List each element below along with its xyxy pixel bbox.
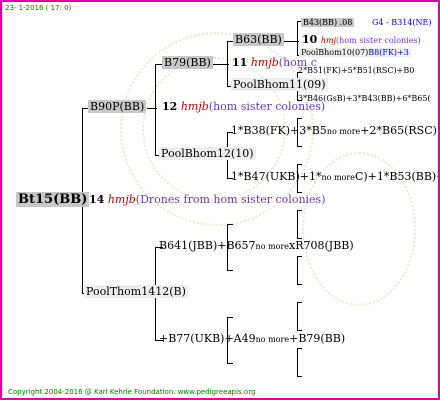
connector [297, 302, 302, 303]
b77-label: +B77(UKB)+A49 [159, 332, 256, 345]
root-hmjb: hmjb [107, 193, 136, 206]
b46-tail: +6*B65( [395, 94, 431, 103]
queen-b641[interactable]: B641(JBB)+B657no morexR708(JBB) [159, 239, 354, 252]
b77-more: no more [255, 335, 290, 344]
b38-more: no more [326, 127, 361, 136]
pool10-tail: B8(FK)+3 [368, 48, 409, 57]
b90p-year: 12 [162, 100, 178, 113]
queen-b43[interactable]: B43(BB) .08 [301, 18, 355, 27]
b79-hmjb: hmjb [250, 56, 279, 69]
connector [297, 164, 302, 165]
connector [297, 210, 298, 238]
b641-tail: xR708(JBB) [289, 239, 354, 252]
queen-b77[interactable]: +B77(UKB)+A49no more+B79(BB) [159, 332, 345, 345]
queen-b46[interactable]: 3*B46(GsB)+3*B43(BB)+6*B65( [298, 94, 431, 103]
connector [147, 108, 157, 109]
connector [227, 270, 233, 271]
connector [227, 363, 233, 364]
connector [227, 317, 233, 318]
root-mating: 14 hmjb(Drones from hom sister colonies) [89, 193, 326, 206]
footer-copyright: Copyright 2004-2016 @ Karl Kehrle Founda… [8, 388, 256, 396]
b51-tail: B0 [403, 66, 415, 75]
queen-b51[interactable]: 2*B51(FK)+5*B51(RSC)+B0 [298, 66, 414, 75]
connector [297, 302, 298, 330]
queen-b47[interactable]: 1*B47(UKB)+1*no moreC)+1*B53(BB)+1* [231, 170, 438, 183]
header-date: 23- 1-2016 ( 17: 0) [5, 4, 72, 12]
b51-label: 2*B51(FK)+5*B51(RSC)+ [298, 66, 404, 75]
connector [297, 348, 302, 349]
connector [297, 210, 302, 211]
b79-year: 11 [232, 56, 248, 69]
connector [227, 224, 233, 225]
b90p-hmjb: hmjb [180, 100, 209, 113]
b38-tail: +2*B65(RSC)+3*B3 [360, 124, 438, 137]
pedigree-chart: 23- 1-2016 ( 17: 0) Bt15(BB) 14 hmjb(Dro… [0, 0, 440, 400]
queen-b38[interactable]: 1*B38(FK)+3*B5no more+2*B65(RSC)+3*B3 [231, 124, 438, 137]
connector [297, 256, 298, 284]
connector [297, 284, 302, 285]
queen-b90p[interactable]: B90P(BB) [88, 100, 147, 113]
b47-label: 1*B47(UKB)+1* [231, 170, 322, 183]
connector [297, 256, 302, 257]
b46-label: 3*B46(GsB)+3*B43(BB) [298, 94, 396, 103]
root-bee[interactable]: Bt15(BB) [16, 192, 90, 207]
queen-poolthom1412[interactable]: PoolThom1412(B) [84, 285, 188, 298]
queen-poolbhom10[interactable]: PoolBhom10(07)B8(FK)+3 [299, 48, 411, 57]
queen-poolbhom11[interactable]: PoolBhom11(09) [231, 78, 328, 91]
b47-tail: C)+1*B53(BB)+1* [354, 170, 438, 183]
connector [155, 64, 156, 155]
b63-hmj: hmj [320, 36, 337, 45]
connector [297, 21, 298, 55]
connector [297, 376, 302, 377]
b641-more: no more [255, 242, 290, 251]
connector [297, 146, 302, 147]
b641-label: B641(JBB)+B657 [159, 239, 256, 252]
b63-mating: 10 hmj(hom sister colonies) [302, 33, 421, 46]
root-year: 14 [89, 193, 105, 206]
queen-b79[interactable]: B79(BB) [162, 56, 213, 69]
queen-poolbhom12[interactable]: PoolBhom12(10) [159, 147, 256, 160]
queen-b63[interactable]: B63(BB) [233, 33, 284, 46]
b63-desc: (hom sister colonies) [336, 36, 421, 45]
root-desc: (Drones from hom sister colonies) [135, 193, 326, 206]
connector [297, 330, 302, 331]
b47-more: no more [321, 173, 355, 182]
b77-tail: +B79(BB) [289, 332, 346, 345]
connector [297, 348, 298, 376]
connector [297, 118, 302, 119]
b43-mating: G4 - B314(NE) [372, 18, 432, 27]
pool10-label: PoolBhom10(07) [301, 48, 369, 57]
b63-year: 10 [302, 33, 318, 46]
b38-label: 1*B38(FK)+3*B5 [231, 124, 327, 137]
